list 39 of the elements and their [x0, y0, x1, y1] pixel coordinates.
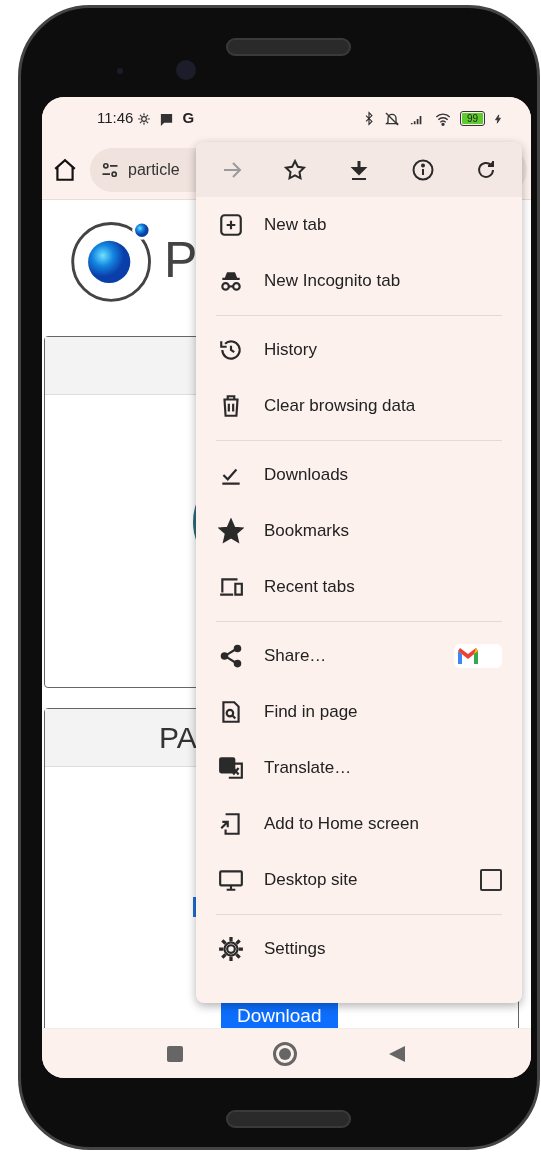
bookmark-star-icon: [283, 157, 308, 182]
front-camera: [176, 60, 196, 80]
checkbox[interactable]: [480, 869, 502, 891]
translate-icon: [218, 755, 244, 781]
menu-item[interactable]: Clear browsing data: [196, 378, 522, 434]
menu-item[interactable]: Share…: [196, 628, 522, 684]
app-letter-icon: G: [182, 107, 195, 130]
star-icon: [218, 518, 244, 544]
menu-item[interactable]: Settings: [196, 921, 522, 977]
muted-bell-icon: [383, 110, 400, 127]
menu-item[interactable]: Find in page: [196, 684, 522, 740]
recents-button[interactable]: [166, 1045, 183, 1062]
history-icon: [218, 337, 244, 363]
gear-icon: [137, 112, 152, 127]
monitor-icon: [218, 867, 244, 893]
plus-square-icon: [218, 212, 244, 238]
battery-level: 99: [461, 113, 483, 124]
menu-item[interactable]: Translate…: [196, 740, 522, 796]
share-icon: [218, 643, 244, 669]
chat-bubble-icon: [159, 111, 175, 127]
download-button[interactable]: Download: [221, 1003, 338, 1028]
home-nav-button[interactable]: [272, 1041, 297, 1066]
menu-item[interactable]: Downloads: [196, 447, 522, 503]
menu-item[interactable]: History: [196, 322, 522, 378]
menu-item[interactable]: Bookmarks: [196, 503, 522, 559]
mail-app-icon: [454, 644, 502, 668]
menu-item[interactable]: New tab: [196, 197, 522, 253]
card-title: PA: [159, 720, 197, 756]
menu-item[interactable]: Recent tabs: [196, 559, 522, 615]
logo-text: P: [164, 235, 198, 285]
home-icon: [52, 156, 78, 183]
menu-item[interactable]: Add to Home screen: [196, 796, 522, 852]
url-text: particle: [128, 159, 180, 180]
sensor-dot: [117, 68, 123, 74]
settings-icon: [218, 936, 244, 962]
info-icon: [410, 157, 435, 182]
menu-item[interactable]: New Incognito tab: [196, 253, 522, 309]
menu-item[interactable]: Desktop site: [196, 852, 522, 908]
clock-time: 11:46: [97, 108, 134, 129]
